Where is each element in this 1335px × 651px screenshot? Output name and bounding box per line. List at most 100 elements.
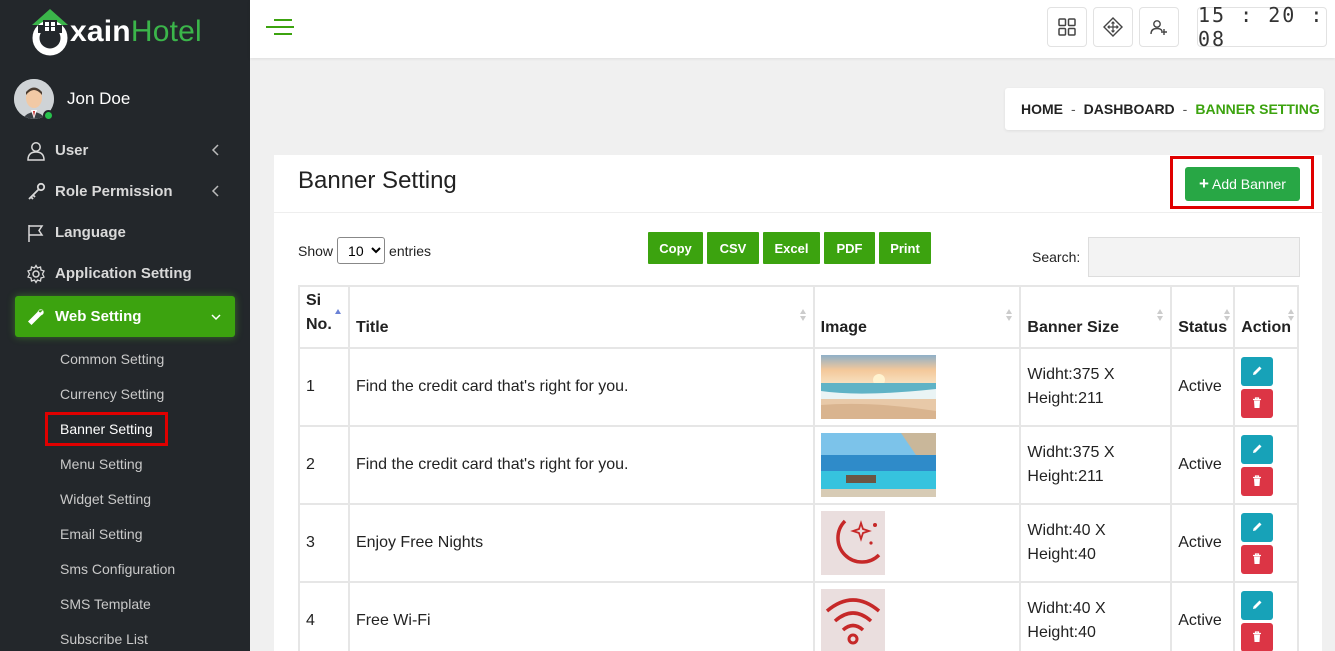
submenu-item-banner-setting[interactable]: Banner Setting (45, 411, 235, 446)
trash-icon (1253, 631, 1262, 642)
cell-si: 3 (298, 503, 350, 583)
trash-icon (1253, 475, 1262, 486)
search-input[interactable] (1088, 237, 1301, 277)
table-row: 4 Free Wi-Fi Widht:40 X Height:40 Active (298, 581, 1299, 651)
sidebar-item-label: Language (55, 224, 126, 241)
entries-label: entries (389, 242, 432, 259)
page-size-select[interactable]: 10 (337, 237, 386, 264)
user-name: Jon Doe (67, 89, 131, 108)
page-length-control: Show 10 entries (298, 237, 431, 264)
cell-banner-size: Widht:375 X Height:211 (1019, 347, 1173, 427)
topbar: 15 : 20 : 08 (250, 0, 1335, 58)
plus-icon: + (1199, 174, 1209, 193)
table-row: 3 Enjoy Free Nights Widht:40 X Height:40 (298, 503, 1299, 583)
cell-action (1233, 503, 1299, 583)
chevron-left-icon (211, 185, 219, 197)
pool-sea-image (820, 433, 936, 497)
submenu-item-widget-setting[interactable]: Widget Setting (60, 481, 235, 516)
show-label: Show (298, 242, 334, 259)
column-header-action[interactable]: Action (1233, 285, 1299, 349)
topbar-blank-field[interactable] (1015, 20, 1045, 38)
cell-image (812, 425, 1022, 505)
delete-button[interactable] (1241, 544, 1274, 574)
sidebar: xainHotel Jon Doe User Role Permission L… (0, 0, 250, 651)
sidebar-item-label: Web Setting (55, 308, 142, 325)
pencil-icon (1253, 600, 1262, 609)
edit-button[interactable] (1241, 356, 1274, 386)
sidebar-item-web-setting[interactable]: Web Setting (15, 296, 235, 337)
brand-name: xainHotel (70, 15, 202, 48)
cell-status: Active (1170, 347, 1236, 427)
web-setting-submenu: Common Setting Currency Setting Banner S… (15, 341, 235, 651)
breadcrumb-dashboard[interactable]: DASHBOARD (1084, 101, 1175, 117)
logo-house-icon (28, 7, 72, 57)
card-header: Banner Setting + Add Banner (274, 155, 1322, 213)
edit-button[interactable] (1241, 590, 1274, 620)
copy-button[interactable]: Copy (648, 232, 703, 264)
submenu-item-sms-template[interactable]: SMS Template (60, 586, 235, 621)
gear-icon (25, 263, 47, 285)
submenu-item-subscribe-list[interactable]: Subscribe List (60, 621, 235, 651)
submenu-item-menu-setting[interactable]: Menu Setting (60, 446, 235, 481)
logo[interactable]: xainHotel (28, 4, 202, 60)
sidebar-item-user[interactable]: User (15, 130, 235, 171)
sort-asc-icon (334, 309, 341, 314)
add-user-icon (1150, 20, 1167, 35)
column-header-banner-size[interactable]: Banner Size (1019, 285, 1173, 349)
add-banner-button[interactable]: + Add Banner (1185, 167, 1300, 201)
submenu-item-email-setting[interactable]: Email Setting (60, 516, 235, 551)
cell-action (1233, 425, 1299, 505)
table-row: 2 Find the credit card that's right for … (298, 425, 1299, 505)
pdf-button[interactable]: PDF (824, 232, 875, 264)
csv-button[interactable]: CSV (707, 232, 759, 264)
cell-status: Active (1170, 503, 1236, 583)
cell-action (1233, 581, 1299, 651)
cell-image (812, 581, 1022, 651)
add-user-button[interactable] (1139, 7, 1179, 47)
sort-icon (1006, 309, 1013, 321)
beach-sunset-image (820, 355, 936, 419)
column-header-image[interactable]: Image (812, 285, 1022, 349)
print-button[interactable]: Print (879, 232, 931, 264)
edit-button[interactable] (1241, 512, 1274, 542)
excel-button[interactable]: Excel (763, 232, 820, 264)
search-control: Search: (1032, 237, 1301, 277)
sidebar-item-application-setting[interactable]: Application Setting (15, 253, 235, 294)
column-header-title[interactable]: Title (347, 285, 815, 349)
banner-setting-card: Banner Setting + Add Banner Show 10 entr… (274, 155, 1322, 651)
page-title: Banner Setting (298, 167, 457, 194)
sidebar-item-label: User (55, 142, 89, 159)
column-header-status[interactable]: Status (1170, 285, 1236, 349)
column-header-si[interactable]: Si No. (298, 285, 350, 349)
sort-icon (1157, 309, 1164, 321)
chevron-down-icon (211, 314, 221, 321)
cell-title: Free Wi-Fi (347, 581, 815, 651)
move-button[interactable] (1093, 7, 1133, 47)
cell-title: Find the credit card that's right for yo… (347, 347, 815, 427)
delete-button[interactable] (1241, 466, 1274, 496)
submenu-item-currency-setting[interactable]: Currency Setting (60, 376, 235, 411)
pencil-icon (1253, 444, 1262, 453)
breadcrumb-home[interactable]: HOME (1021, 101, 1063, 117)
delete-button[interactable] (1241, 622, 1274, 651)
submenu-item-sms-configuration[interactable]: Sms Configuration (60, 551, 235, 586)
user-icon (25, 140, 47, 162)
grid-button[interactable] (1047, 7, 1087, 47)
edit-button[interactable] (1241, 434, 1274, 464)
sidebar-menu: User Role Permission Language Applicatio… (15, 130, 235, 651)
wrench-icon (25, 306, 47, 328)
sort-icon (1224, 309, 1231, 321)
sort-icon (799, 309, 806, 321)
grid-icon (1058, 18, 1076, 36)
sort-icon (1288, 309, 1294, 321)
cell-status: Active (1170, 581, 1236, 651)
wifi-icon (820, 589, 885, 651)
banner-table: Si No. Title Image Banner Size Status Ac… (298, 285, 1299, 651)
hamburger-menu-icon[interactable] (266, 17, 294, 37)
submenu-item-common-setting[interactable]: Common Setting (60, 341, 235, 376)
cell-banner-size: Widht:375 X Height:211 (1019, 425, 1173, 505)
user-profile[interactable]: Jon Doe (14, 79, 131, 121)
sidebar-item-role-permission[interactable]: Role Permission (15, 171, 235, 212)
sidebar-item-language[interactable]: Language (15, 212, 235, 253)
delete-button[interactable] (1241, 388, 1274, 418)
